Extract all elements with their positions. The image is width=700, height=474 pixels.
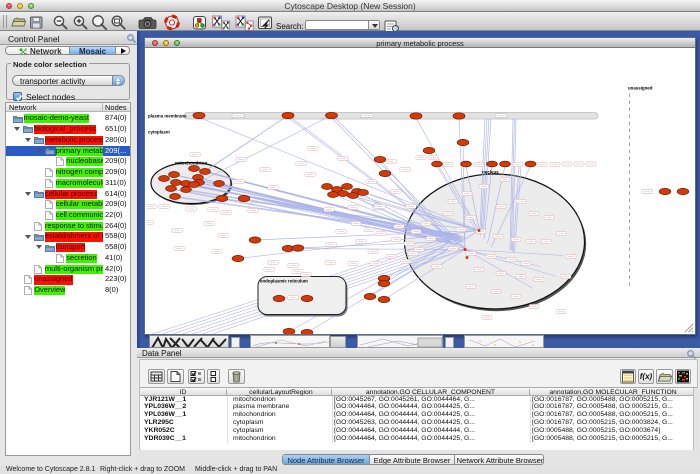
svg-text:cytoplasm: cytoplasm bbox=[148, 130, 170, 135]
svg-text:plasma membrane: plasma membrane bbox=[148, 114, 187, 119]
svg-text:mitochondrion: mitochondrion bbox=[175, 161, 207, 166]
svg-text:endoplasmic reticulum: endoplasmic reticulum bbox=[260, 279, 308, 284]
svg-text:nucleus: nucleus bbox=[482, 170, 499, 175]
svg-text:unassigned: unassigned bbox=[628, 86, 653, 91]
